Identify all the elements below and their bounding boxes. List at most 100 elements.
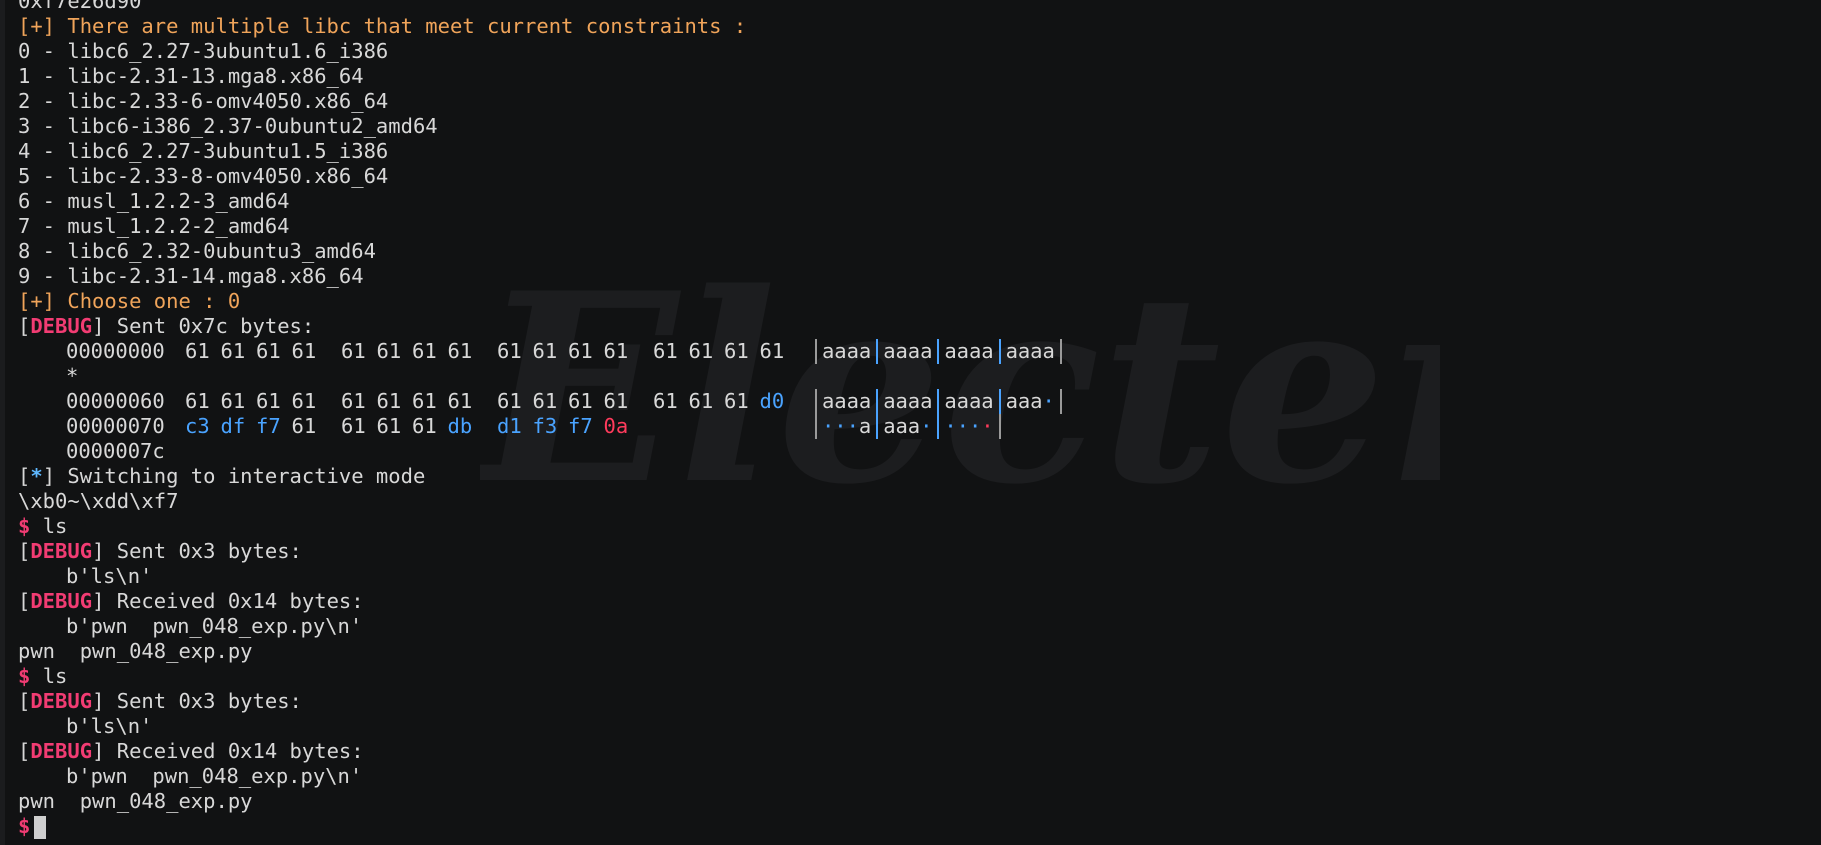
hexdump-byte: 61 [341, 414, 366, 438]
hexdump-ascii-group: aaaa [998, 339, 1062, 364]
hexdump-byte: 61 [653, 339, 678, 363]
hexdump-byte: 61 [532, 389, 558, 413]
hexdump-ascii-group: aaaa [876, 339, 937, 364]
hexdump-ascii-group: aaaa [815, 339, 876, 364]
libc-option: 4 - libc6_2.27-3ubuntu1.5_i386 [18, 139, 389, 163]
hexdump-byte: 61 [447, 339, 473, 363]
debug-tag: DEBUG [30, 589, 93, 613]
hexdump-byte: 61 [688, 339, 714, 363]
prompt-symbol: $ [18, 814, 31, 838]
hexdump-ascii-group: aaaa [937, 339, 998, 364]
hexdump-byte: 61 [376, 414, 402, 438]
hexdump-star-line: * [18, 364, 1798, 389]
hexdump-byte: 61 [412, 414, 437, 438]
sent-payload: b'ls\n' [66, 564, 153, 588]
hexdump-byte: 61 [376, 339, 402, 363]
libc-option: 5 - libc-2.33-8-omv4050.x86_64 [18, 164, 389, 188]
debug-tag: DEBUG [30, 739, 93, 763]
choose-one-line: [+] Choose one : 0 [18, 289, 241, 313]
debug-message: Sent 0x7c bytes: [116, 314, 315, 338]
active-prompt-line[interactable]: $ [18, 814, 1798, 839]
info-message: Switching to interactive mode [67, 464, 426, 488]
hexdump-ascii-group: aaaa [876, 389, 937, 414]
hexdump-byte: 61 [653, 389, 678, 413]
libc-option: 1 - libc-2.31-13.mga8.x86_64 [18, 64, 364, 88]
hexdump-end-offset: 0000007c [66, 439, 165, 463]
hexdump-byte: f3 [532, 414, 558, 438]
debug-sent-line: [DEBUG] Sent 0x7c bytes: [18, 314, 315, 338]
libc-option: 9 - libc-2.31-14.mga8.x86_64 [18, 264, 364, 288]
info-line: [*] Switching to interactive mode [18, 464, 426, 488]
hexdump-offset: 00000070 [66, 414, 165, 438]
payload-line: b'ls\n' [18, 714, 1798, 739]
command-text: ls [42, 664, 68, 688]
hexdump-byte: 61 [256, 389, 281, 413]
terminal-line: 0xf7e26d90 [18, 0, 142, 13]
hexdump-byte: 61 [497, 339, 522, 363]
hexdump-row: 00000060 61 61 61 61 61 61 61 61 61 61 61 61 61 61 61 d0… [18, 389, 1798, 414]
debug-message: Sent 0x3 bytes: [116, 539, 302, 563]
debug-sent-line: [DEBUG] Sent 0x3 bytes: [18, 539, 302, 563]
hexdump-byte: d1 [497, 414, 522, 438]
debug-message: Received 0x14 bytes: [116, 589, 364, 613]
window-left-edge [0, 0, 5, 845]
hexdump-byte: 61 [759, 339, 785, 363]
debug-recv-line: [DEBUG] Received 0x14 bytes: [18, 589, 364, 613]
hexdump-byte: f7 [256, 414, 281, 438]
hexdump-byte: 61 [724, 339, 749, 363]
hexdump-byte: 61 [532, 339, 558, 363]
prompt-line: $ ls [18, 664, 1798, 689]
raw-bytes-line: \xb0~\xdd\xf7 [18, 489, 179, 513]
prompt-symbol: $ [18, 664, 31, 688]
hexdump-byte: 61 [568, 339, 593, 363]
hexdump-byte: 61 [291, 339, 317, 363]
libc-option: 3 - libc6-i386_2.37-0ubuntu2_amd64 [18, 114, 438, 138]
hexdump-byte: c3 [185, 414, 210, 438]
prompt-symbol: $ [18, 514, 31, 538]
terminal-cursor[interactable] [34, 815, 47, 839]
hexdump-byte: 61 [291, 389, 317, 413]
hexdump-byte: 61 [220, 389, 246, 413]
ls-output-line: pwn pwn_048_exp.py [18, 639, 253, 663]
hexdump-ascii: aaaaaaaaaaaaaaaa [815, 339, 1062, 364]
hexdump-row: 00000070 c3 df f7 61 61 61 61 db d1 f3 f7 0a · · · a a a a ·… [18, 414, 1798, 439]
hexdump-byte: 61 [497, 389, 522, 413]
debug-recv-line: [DEBUG] Received 0x14 bytes: [18, 739, 364, 763]
hexdump-byte: 61 [341, 389, 366, 413]
hexdump-byte: 61 [724, 389, 749, 413]
hexdump-byte: 61 [412, 339, 437, 363]
hexdump-ascii-group: aaaa [815, 389, 876, 414]
hexdump-byte: 61 [447, 389, 473, 413]
debug-sent-line: [DEBUG] Sent 0x3 bytes: [18, 689, 302, 713]
recv-payload: b'pwn pwn_048_exp.py\n' [66, 614, 363, 638]
hexdump-byte: 61 [185, 339, 210, 363]
hexdump-ascii-group: a a a · [876, 414, 937, 439]
ls-output-line: pwn pwn_048_exp.py [18, 789, 253, 813]
hexdump-end-line: 0000007c [18, 439, 1798, 464]
command-text: ls [42, 514, 68, 538]
terminal-output[interactable]: 0xf7e26d90 [+] There are multiple libc t… [18, 0, 1798, 839]
sent-payload: b'ls\n' [66, 714, 153, 738]
debug-tag: DEBUG [30, 539, 93, 563]
debug-message: Received 0x14 bytes: [116, 739, 364, 763]
hexdump-row: 00000000 61 61 61 61 61 61 61 61 61 61 61 61 61 61 61 61… [18, 339, 1798, 364]
payload-line: b'pwn pwn_048_exp.py\n' [18, 614, 1798, 639]
hexdump-byte: 61 [603, 389, 629, 413]
hexdump-byte: 61 [412, 389, 437, 413]
libc-option: 8 - libc6_2.32-0ubuntu3_amd64 [18, 239, 376, 263]
hexdump-byte: 61 [376, 389, 402, 413]
hexdump-ascii-group: · · · a [815, 414, 876, 439]
hexdump-byte: d0 [759, 389, 785, 413]
libc-option: 6 - musl_1.2.2-3_amd64 [18, 189, 290, 213]
debug-tag: DEBUG [30, 314, 93, 338]
prompt-line: $ ls [18, 514, 1798, 539]
hexdump-ascii-group: · · · · [937, 414, 1001, 439]
hexdump-byte: 61 [291, 414, 317, 438]
debug-tag: DEBUG [30, 689, 93, 713]
hexdump-ascii-group: aaaa [937, 389, 998, 414]
hexdump-byte: 61 [341, 339, 366, 363]
hexdump-byte: db [447, 414, 473, 438]
hexdump-offset: 00000000 [66, 339, 165, 363]
hexdump-byte: 61 [220, 339, 246, 363]
hexdump-byte: 61 [568, 389, 593, 413]
